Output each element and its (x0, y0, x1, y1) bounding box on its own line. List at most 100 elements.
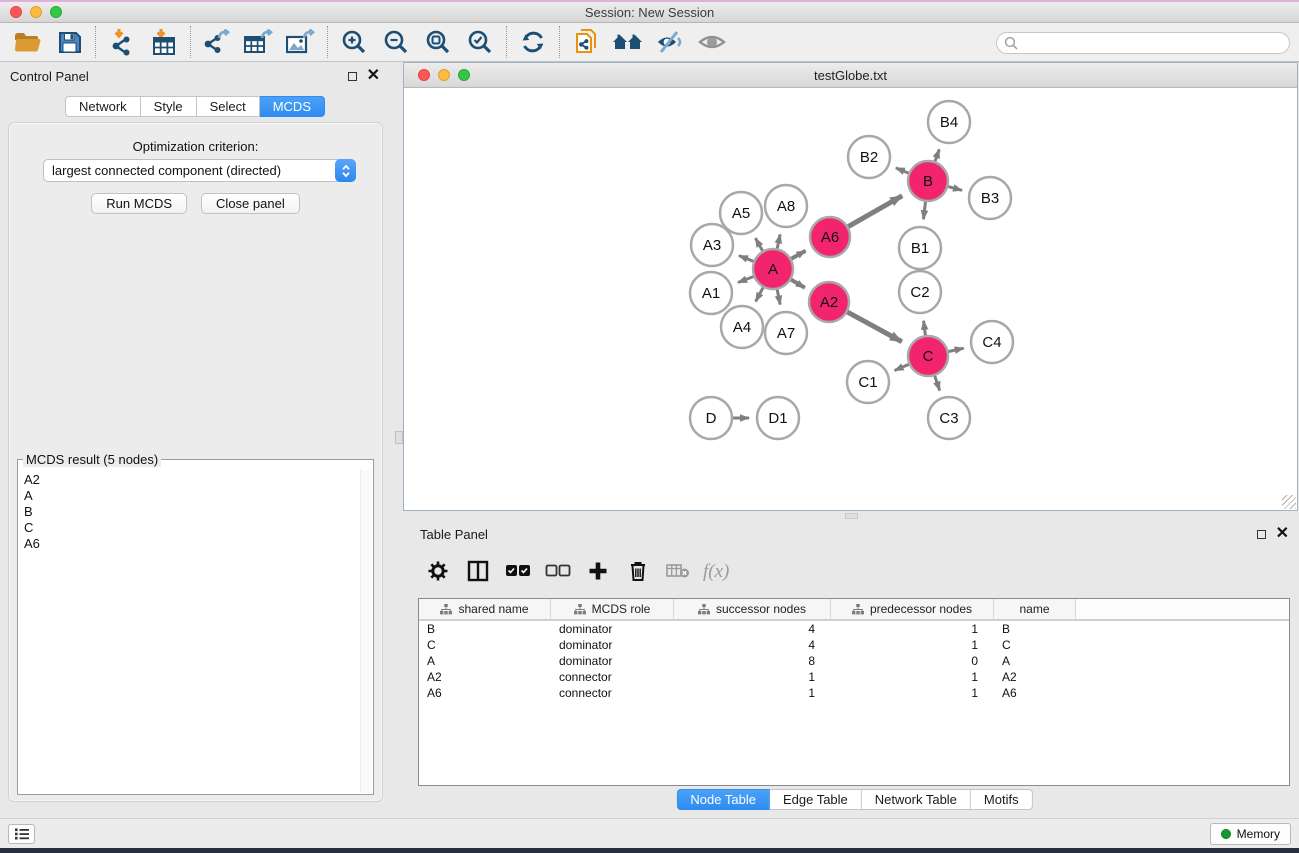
table-cell[interactable]: 4 (674, 622, 831, 636)
table-row[interactable]: A2connector11A2 (419, 669, 1289, 685)
function-builder-button[interactable]: f(x) (700, 554, 736, 588)
mcds-result-item[interactable]: A2 (24, 472, 373, 488)
table-cell[interactable]: 1 (831, 638, 994, 652)
column-header-predecessor-nodes[interactable]: predecessor nodes (831, 599, 994, 619)
export-network-button[interactable] (196, 24, 238, 60)
table-row[interactable]: Bdominator41B (419, 621, 1289, 637)
hide-annotations-button[interactable] (649, 24, 691, 60)
new-network-from-selection-button[interactable] (565, 24, 607, 60)
memory-button[interactable]: Memory (1210, 823, 1291, 845)
graph-node-B1[interactable]: B1 (899, 227, 941, 269)
window-resize-grip[interactable] (1282, 495, 1296, 509)
mcds-result-item[interactable]: B (24, 504, 373, 520)
table-row[interactable]: Adominator80A (419, 653, 1289, 669)
select-all-rows-button[interactable] (500, 554, 536, 588)
graph-node-A5[interactable]: A5 (720, 192, 762, 234)
tab-style[interactable]: Style (141, 96, 197, 117)
zoom-out-button[interactable] (375, 24, 417, 60)
graph-edge-A-A2[interactable] (790, 279, 805, 288)
graph-node-A8[interactable]: A8 (765, 185, 807, 227)
graph-node-C4[interactable]: C4 (971, 321, 1013, 363)
create-column-button[interactable] (580, 554, 616, 588)
graph-node-C2[interactable]: C2 (899, 271, 941, 313)
column-header-shared-name[interactable]: shared name (419, 599, 551, 619)
zoom-selected-button[interactable] (459, 24, 501, 60)
table-cell[interactable]: connector (551, 670, 674, 684)
graph-node-A3[interactable]: A3 (691, 224, 733, 266)
graph-node-B4[interactable]: B4 (928, 101, 970, 143)
graph-node-A6[interactable]: A6 (810, 217, 850, 257)
mcds-result-item[interactable]: A (24, 488, 373, 504)
table-row[interactable]: Cdominator41C (419, 637, 1289, 653)
export-table-button[interactable] (238, 24, 280, 60)
graph-node-C3[interactable]: C3 (928, 397, 970, 439)
column-header-MCDS-role[interactable]: MCDS role (551, 599, 674, 619)
graph-edge-C-C2[interactable] (924, 321, 926, 336)
cybrowser-home-button[interactable] (607, 24, 649, 60)
table-cell[interactable]: 0 (831, 654, 994, 668)
table-cell[interactable]: C (419, 638, 551, 652)
graph-edge-B-B3[interactable] (947, 186, 962, 190)
graph-edge-A2-C[interactable] (847, 312, 902, 342)
graph-edge-A-A5[interactable] (755, 238, 763, 251)
table-cell[interactable]: 1 (831, 622, 994, 636)
graph-edge-B-B2[interactable] (896, 168, 910, 174)
table-cell[interactable]: 1 (674, 686, 831, 700)
import-network-button[interactable] (101, 24, 143, 60)
column-header-name[interactable]: name (994, 599, 1076, 619)
graph-node-A2[interactable]: A2 (809, 282, 849, 322)
tab-mcds[interactable]: MCDS (260, 96, 325, 117)
network-close-button[interactable] (418, 69, 430, 81)
table-cell[interactable]: dominator (551, 622, 674, 636)
graph-edge-A-A8[interactable] (777, 234, 780, 249)
column-header-successor-nodes[interactable]: successor nodes (674, 599, 831, 619)
tab-network[interactable]: Network (65, 96, 141, 117)
table-cell[interactable]: connector (551, 686, 674, 700)
table-cell[interactable]: A2 (994, 670, 1076, 684)
tab-node-table[interactable]: Node Table (676, 789, 770, 810)
table-cell[interactable]: 4 (674, 638, 831, 652)
deselect-all-rows-button[interactable] (540, 554, 576, 588)
criterion-select[interactable]: largest connected component (directed) (43, 159, 356, 182)
table-row[interactable]: A6connector11A6 (419, 685, 1289, 701)
split-panel-button[interactable] (460, 554, 496, 588)
table-cell[interactable]: dominator (551, 638, 674, 652)
graph-edge-C-C3[interactable] (934, 375, 939, 391)
tab-motifs[interactable]: Motifs (971, 789, 1033, 810)
table-cell[interactable]: C (994, 638, 1076, 652)
graph-node-B3[interactable]: B3 (969, 177, 1011, 219)
tab-select[interactable]: Select (197, 96, 260, 117)
graph-node-C[interactable]: C (908, 336, 948, 376)
float-panel-icon[interactable] (348, 72, 357, 81)
close-panel-icon[interactable]: ✕ (367, 70, 380, 82)
table-cell[interactable]: 8 (674, 654, 831, 668)
close-table-panel-icon[interactable]: ✕ (1276, 528, 1289, 540)
graph-node-C1[interactable]: C1 (847, 361, 889, 403)
graph-node-D1[interactable]: D1 (757, 397, 799, 439)
network-zoom-button[interactable] (458, 69, 470, 81)
minimize-window-button[interactable] (30, 6, 42, 18)
close-panel-button[interactable]: Close panel (201, 193, 300, 214)
table-cell[interactable]: 1 (674, 670, 831, 684)
delete-table-button[interactable] (660, 554, 696, 588)
search-field[interactable] (996, 32, 1290, 54)
tab-network-table[interactable]: Network Table (862, 789, 971, 810)
graph-edge-A6-B[interactable] (847, 196, 902, 227)
show-task-history-button[interactable] (8, 824, 35, 844)
table-cell[interactable]: A6 (994, 686, 1076, 700)
zoom-fit-button[interactable] (417, 24, 459, 60)
graph-edge-C-C4[interactable] (948, 348, 964, 352)
table-cell[interactable]: A6 (419, 686, 551, 700)
graph-node-B[interactable]: B (908, 161, 948, 201)
zoom-window-button[interactable] (50, 6, 62, 18)
close-window-button[interactable] (10, 6, 22, 18)
graph-edge-A-A3[interactable] (739, 256, 754, 262)
import-table-button[interactable] (143, 24, 185, 60)
table-cell[interactable]: B (994, 622, 1076, 636)
network-minimize-button[interactable] (438, 69, 450, 81)
graph-node-A1[interactable]: A1 (690, 272, 732, 314)
network-canvas[interactable]: B4B2BB3A5A8A6B1A3AA1C2A4A7A2C4CC1C3DD1 (404, 88, 1297, 510)
export-image-button[interactable] (280, 24, 322, 60)
zoom-in-button[interactable] (333, 24, 375, 60)
table-cell[interactable]: A2 (419, 670, 551, 684)
